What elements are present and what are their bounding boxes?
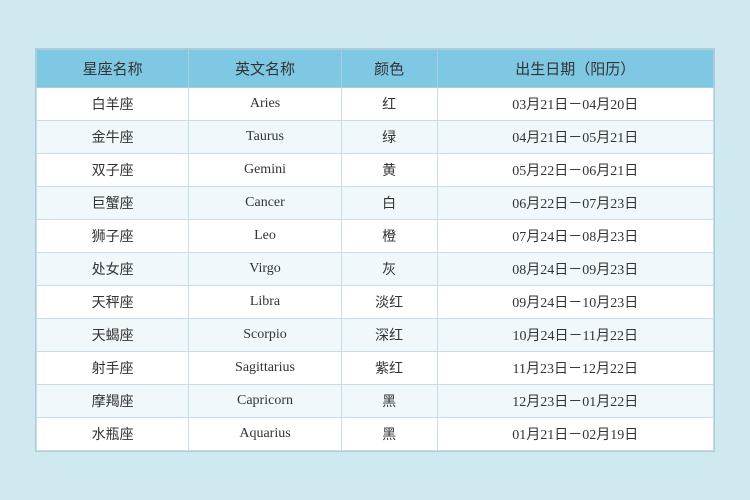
table-cell-6-2: 淡红 (341, 286, 437, 319)
table-cell-2-1: Gemini (189, 154, 341, 187)
table-row: 白羊座Aries红03月21日－04月20日 (37, 88, 714, 121)
table-cell-4-3: 07月24日－08月23日 (437, 220, 713, 253)
column-header-0: 星座名称 (37, 50, 189, 88)
table-row: 射手座Sagittarius紫红11月23日－12月22日 (37, 352, 714, 385)
table-cell-10-3: 01月21日－02月19日 (437, 418, 713, 451)
table-cell-8-1: Sagittarius (189, 352, 341, 385)
column-header-3: 出生日期（阳历） (437, 50, 713, 88)
table-cell-5-0: 处女座 (37, 253, 189, 286)
table-row: 金牛座Taurus绿04月21日－05月21日 (37, 121, 714, 154)
table-row: 处女座Virgo灰08月24日－09月23日 (37, 253, 714, 286)
table-cell-7-1: Scorpio (189, 319, 341, 352)
table-cell-6-3: 09月24日－10月23日 (437, 286, 713, 319)
table-cell-0-3: 03月21日－04月20日 (437, 88, 713, 121)
table-cell-8-0: 射手座 (37, 352, 189, 385)
table-cell-2-2: 黄 (341, 154, 437, 187)
table-cell-2-0: 双子座 (37, 154, 189, 187)
table-row: 天秤座Libra淡红09月24日－10月23日 (37, 286, 714, 319)
table-cell-6-1: Libra (189, 286, 341, 319)
table-cell-9-3: 12月23日－01月22日 (437, 385, 713, 418)
table-cell-5-3: 08月24日－09月23日 (437, 253, 713, 286)
table-row: 双子座Gemini黄05月22日－06月21日 (37, 154, 714, 187)
table-cell-0-1: Aries (189, 88, 341, 121)
table-cell-4-0: 狮子座 (37, 220, 189, 253)
table-row: 摩羯座Capricorn黑12月23日－01月22日 (37, 385, 714, 418)
table-cell-9-1: Capricorn (189, 385, 341, 418)
table-cell-1-2: 绿 (341, 121, 437, 154)
table-cell-8-2: 紫红 (341, 352, 437, 385)
table-cell-2-3: 05月22日－06月21日 (437, 154, 713, 187)
table-row: 巨蟹座Cancer白06月22日－07月23日 (37, 187, 714, 220)
table-cell-1-3: 04月21日－05月21日 (437, 121, 713, 154)
table-cell-1-0: 金牛座 (37, 121, 189, 154)
table-cell-7-2: 深红 (341, 319, 437, 352)
table-row: 水瓶座Aquarius黑01月21日－02月19日 (37, 418, 714, 451)
column-header-2: 颜色 (341, 50, 437, 88)
table-cell-3-1: Cancer (189, 187, 341, 220)
table-cell-10-1: Aquarius (189, 418, 341, 451)
table-cell-9-0: 摩羯座 (37, 385, 189, 418)
table-cell-7-0: 天蝎座 (37, 319, 189, 352)
table-cell-3-0: 巨蟹座 (37, 187, 189, 220)
table-cell-0-0: 白羊座 (37, 88, 189, 121)
table-cell-10-0: 水瓶座 (37, 418, 189, 451)
table-cell-7-3: 10月24日－11月22日 (437, 319, 713, 352)
table-cell-9-2: 黑 (341, 385, 437, 418)
table-row: 狮子座Leo橙07月24日－08月23日 (37, 220, 714, 253)
table-cell-0-2: 红 (341, 88, 437, 121)
table-cell-1-1: Taurus (189, 121, 341, 154)
table-cell-6-0: 天秤座 (37, 286, 189, 319)
table-cell-4-1: Leo (189, 220, 341, 253)
table-header-row: 星座名称英文名称颜色出生日期（阳历） (37, 50, 714, 88)
table-cell-3-2: 白 (341, 187, 437, 220)
column-header-1: 英文名称 (189, 50, 341, 88)
table-cell-4-2: 橙 (341, 220, 437, 253)
zodiac-table: 星座名称英文名称颜色出生日期（阳历） 白羊座Aries红03月21日－04月20… (36, 49, 714, 451)
table-cell-3-3: 06月22日－07月23日 (437, 187, 713, 220)
table-cell-5-1: Virgo (189, 253, 341, 286)
table-cell-10-2: 黑 (341, 418, 437, 451)
table-cell-5-2: 灰 (341, 253, 437, 286)
table-row: 天蝎座Scorpio深红10月24日－11月22日 (37, 319, 714, 352)
table-cell-8-3: 11月23日－12月22日 (437, 352, 713, 385)
zodiac-table-container: 星座名称英文名称颜色出生日期（阳历） 白羊座Aries红03月21日－04月20… (35, 48, 715, 452)
